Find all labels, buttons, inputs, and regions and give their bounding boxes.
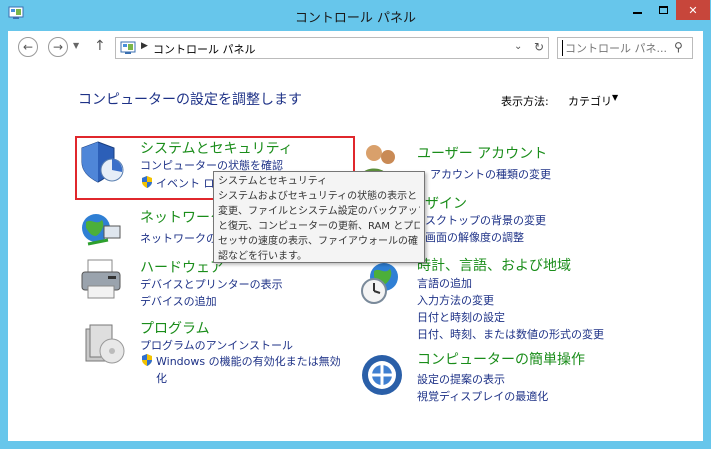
back-button[interactable]: ← bbox=[18, 37, 38, 57]
suggested-settings-link[interactable]: 設定の提案の表示 bbox=[417, 371, 505, 387]
hardware-printer-icon[interactable] bbox=[78, 256, 126, 304]
forward-arrow-icon: → bbox=[52, 40, 64, 54]
navigation-bar: ← → ▼ ↑ ▶ コントロール パネル ⌄ ↻ コントロール パネ... ⚲ bbox=[8, 31, 703, 63]
view-by-dropdown[interactable]: カテゴリ bbox=[568, 93, 612, 109]
tooltip-line: システムおよびセキュリティの状態の表示と bbox=[218, 191, 418, 202]
ease-of-access-title[interactable]: コンピューターの簡単操作 bbox=[417, 349, 585, 369]
control-panel-window: コントロール パネル ✕ ← → ▼ ↑ ▶ コントロール パネル ⌄ ↻ コン… bbox=[0, 0, 711, 449]
set-date-time-link[interactable]: 日付と時刻の設定 bbox=[417, 309, 505, 325]
search-box[interactable]: ⚲ bbox=[557, 37, 693, 59]
windows-features-link-continued[interactable]: 化 bbox=[156, 370, 167, 386]
search-input[interactable] bbox=[562, 40, 668, 56]
chevron-down-icon[interactable]: ▼ bbox=[612, 93, 618, 102]
hardware-title[interactable]: ハードウェア bbox=[140, 257, 224, 277]
uninstall-program-link[interactable]: プログラムのアンインストール bbox=[140, 337, 293, 353]
uac-shield-icon bbox=[142, 354, 152, 366]
appearance-title[interactable]: ザイン bbox=[425, 193, 467, 213]
user-accounts-title[interactable]: ユーザー アカウント bbox=[417, 143, 547, 163]
add-language-link[interactable]: 言語の追加 bbox=[417, 275, 472, 291]
programs-icon[interactable] bbox=[80, 319, 128, 367]
close-icon: ✕ bbox=[688, 3, 698, 17]
search-icon[interactable]: ⚲ bbox=[674, 40, 683, 54]
up-arrow-icon[interactable]: ↑ bbox=[94, 38, 106, 54]
tooltip-line: 変更、ファイルとシステム設定のバックアップ bbox=[218, 206, 420, 217]
tooltip-line: と復元、コンピューターの更新、RAM とプロ bbox=[218, 221, 420, 232]
minimize-icon bbox=[632, 12, 642, 14]
add-device-link[interactable]: デバイスの追加 bbox=[140, 293, 217, 309]
page-title: コンピューターの設定を調整します bbox=[78, 92, 302, 108]
refresh-icon[interactable]: ↻ bbox=[534, 40, 544, 54]
maximize-icon bbox=[658, 6, 668, 14]
control-panel-icon bbox=[120, 41, 136, 54]
breadcrumb-chevron-icon[interactable]: ▶ bbox=[141, 41, 148, 51]
tooltip-title: システムとセキュリティ bbox=[218, 176, 328, 187]
window-title: コントロール パネル bbox=[294, 11, 417, 26]
devices-printers-link[interactable]: デバイスとプリンターの表示 bbox=[140, 276, 283, 292]
tooltip-line: セッサの速度の表示、ファイアウォールの確 bbox=[218, 236, 418, 247]
tooltip-line: 認などを行います。 bbox=[218, 251, 307, 262]
programs-title[interactable]: プログラム bbox=[140, 318, 210, 338]
adjust-screen-resolution-link[interactable]: 画面の解像度の調整 bbox=[425, 229, 524, 245]
change-account-type-link[interactable]: アカウントの種類の変更 bbox=[430, 166, 551, 182]
change-input-method-link[interactable]: 入力方法の変更 bbox=[417, 292, 494, 308]
back-arrow-icon: ← bbox=[22, 40, 34, 54]
change-desktop-background-link[interactable]: スクトップの背景の変更 bbox=[425, 212, 546, 228]
recent-locations-chevron-down-icon[interactable]: ▼ bbox=[73, 41, 79, 50]
forward-button[interactable]: → bbox=[48, 37, 68, 57]
clock-region-title[interactable]: 時計、言語、および地域 bbox=[417, 255, 571, 275]
address-bar[interactable]: ▶ コントロール パネル ⌄ ↻ bbox=[115, 37, 549, 59]
close-button[interactable]: ✕ bbox=[676, 0, 710, 20]
ease-of-access-icon[interactable] bbox=[358, 351, 406, 399]
breadcrumb-control-panel[interactable]: コントロール パネル bbox=[153, 41, 256, 57]
title-bar[interactable]: コントロール パネル ✕ bbox=[0, 0, 711, 30]
content-area: ← → ▼ ↑ ▶ コントロール パネル ⌄ ↻ コントロール パネ... ⚲ … bbox=[8, 31, 703, 441]
address-history-chevron-down-icon[interactable]: ⌄ bbox=[514, 41, 522, 52]
minimize-button[interactable] bbox=[624, 0, 650, 20]
optimize-visual-display-link[interactable]: 視覚ディスプレイの最適化 bbox=[417, 388, 548, 404]
network-globe-icon[interactable] bbox=[78, 206, 126, 254]
view-by-label: 表示方法: bbox=[501, 95, 549, 108]
tooltip: システムとセキュリティ システムおよびセキュリティの状態の表示と 変更、ファイル… bbox=[213, 171, 425, 263]
change-date-format-link[interactable]: 日付、時刻、または数値の形式の変更 bbox=[417, 326, 604, 342]
clock-globe-icon[interactable] bbox=[358, 259, 406, 307]
windows-features-link[interactable]: Windows の機能の有効化または無効 bbox=[156, 353, 341, 369]
maximize-button[interactable] bbox=[650, 0, 676, 20]
